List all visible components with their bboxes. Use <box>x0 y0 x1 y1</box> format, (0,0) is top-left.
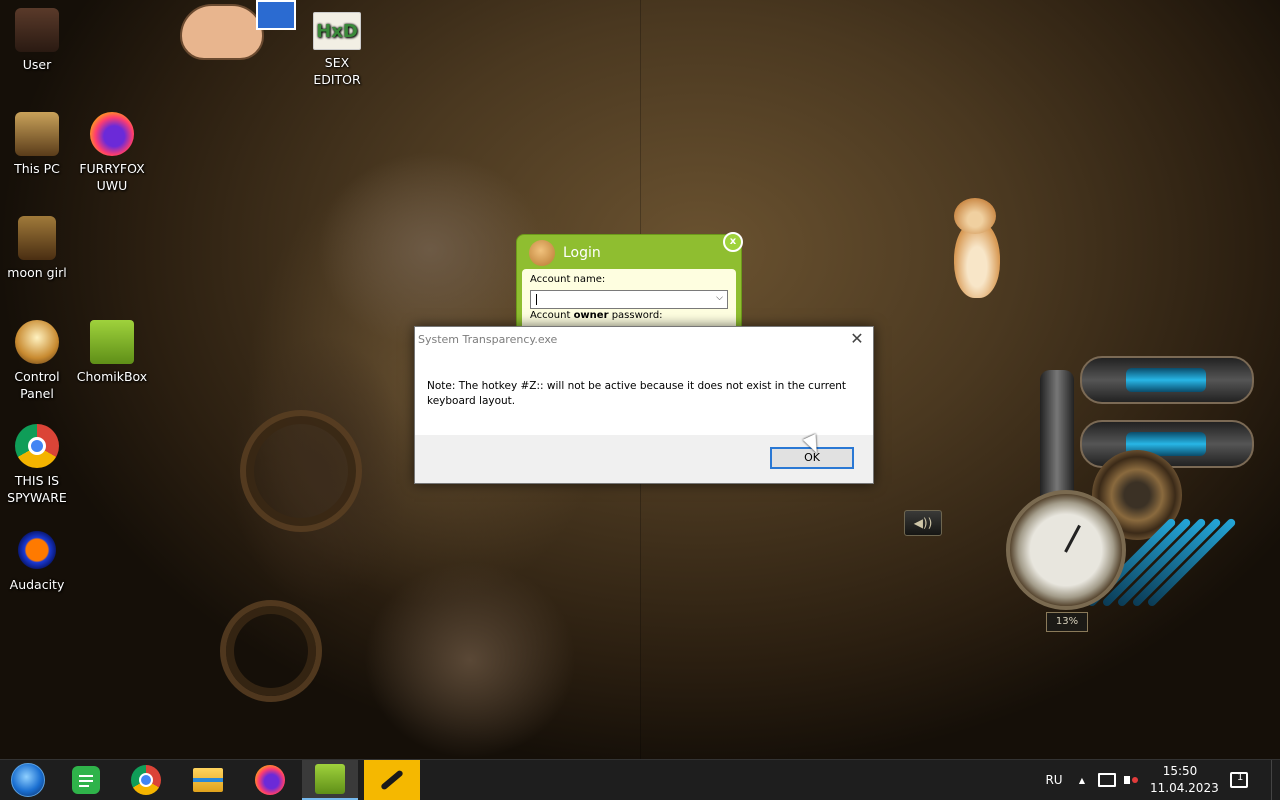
start-orb-icon <box>11 763 45 797</box>
gauge-pipe <box>1080 356 1254 404</box>
wallpaper-gear <box>240 410 362 532</box>
desktop-icon-furryfox[interactable]: FURRYFOX UWU <box>75 112 149 194</box>
clock-time: 15:50 <box>1162 764 1198 778</box>
password-label-pre: Account <box>530 310 574 321</box>
desktop-icon-sex-editor[interactable]: HxD SEX EDITOR <box>300 12 374 88</box>
cpu-gauge-widget: 13% <box>1000 350 1260 650</box>
desktop-icon-label: User <box>22 57 52 72</box>
firefox-icon <box>90 112 134 156</box>
taskbar-app-explorer[interactable] <box>180 760 236 800</box>
clock[interactable]: 15:50 11.04.2023 <box>1150 763 1219 797</box>
tray-overflow-chevron-icon[interactable]: ▲ <box>1072 760 1092 800</box>
hamster-logo-icon <box>529 240 555 266</box>
hxd-editor-icon: HxD <box>313 12 361 50</box>
password-label-post: password: <box>608 310 663 321</box>
desktop-icon-label: moon girl <box>7 265 67 280</box>
desktop-icon-label: ChomikBox <box>76 369 148 384</box>
dialog-message: Note: The hotkey #Z:: will not be active… <box>427 380 847 407</box>
gauge-percent: 13% <box>1046 612 1088 632</box>
taskbar-app-firefox[interactable] <box>242 760 298 800</box>
folder-icon <box>18 216 56 260</box>
desktop-icon-label: This PC <box>14 161 60 176</box>
speaker-muted-icon[interactable] <box>1120 760 1142 800</box>
audacity-icon <box>15 528 59 572</box>
close-icon[interactable]: x <box>723 232 743 252</box>
owner-password-label: Account owner password: <box>530 310 663 321</box>
taskbar-app-chrome[interactable] <box>118 760 174 800</box>
account-name-label: Account name: <box>530 274 606 285</box>
speaker-widget-icon[interactable]: ◀)) <box>904 510 942 536</box>
chevron-down-icon[interactable]: ⌵ <box>716 293 723 303</box>
computer-icon <box>15 112 59 156</box>
desktop-icon-control-panel[interactable]: Control Panel <box>0 320 74 402</box>
gauge-needle <box>1064 524 1081 553</box>
taskbar-app-chomikbox[interactable] <box>302 760 358 800</box>
firefox-icon <box>255 765 285 795</box>
gauge-dial: 13% <box>1006 490 1126 632</box>
spotify-like-icon <box>72 766 100 794</box>
desktop-icon-label: FURRYFOX UWU <box>79 161 145 193</box>
clock-date: 11.04.2023 <box>1150 781 1219 795</box>
taskbar: RU ▲ 15:50 11.04.2023 1 <box>0 759 1280 800</box>
close-icon[interactable]: ✕ <box>847 329 867 348</box>
gauge-tube-fill <box>1126 368 1206 392</box>
chrome-icon <box>131 765 161 795</box>
desktop-icon-label: Audacity <box>9 577 65 592</box>
chomikbox-icon <box>90 320 134 364</box>
network-icon[interactable] <box>1096 760 1118 800</box>
language-indicator[interactable]: RU <box>1040 760 1068 800</box>
login-title: Login <box>563 245 601 261</box>
desktop-icon-moon-girl[interactable]: moon girl <box>0 216 74 281</box>
desktop-icon-label: THIS IS SPYWARE <box>7 473 67 505</box>
dialog-title: System Transparency.exe <box>418 333 558 346</box>
desktop-icon-audacity[interactable]: Audacity <box>0 528 74 593</box>
desktop-icon-user[interactable]: User <box>0 8 74 73</box>
message-dialog: System Transparency.exe ✕ Note: The hotk… <box>414 326 874 484</box>
notification-count: 1 <box>1237 772 1244 783</box>
account-name-combobox[interactable]: ⌵ <box>530 290 728 309</box>
cartoon-head-decoration <box>176 0 296 60</box>
taskbar-app-green[interactable] <box>58 760 114 800</box>
show-desktop-button[interactable] <box>1271 760 1280 800</box>
control-panel-icon <box>15 320 59 364</box>
start-button[interactable] <box>0 760 56 800</box>
desktop-icon-label: Control Panel <box>14 369 60 401</box>
gauge-rods <box>1086 517 1250 630</box>
dialog-titlebar: System Transparency.exe ✕ <box>415 327 873 353</box>
desktop-icon-chomikbox[interactable]: ChomikBox <box>75 320 149 385</box>
chomikbox-icon <box>315 764 345 794</box>
chrome-icon <box>15 424 59 468</box>
taskbar-app-tool[interactable] <box>364 760 420 800</box>
desktop-icon-this-is-spyware[interactable]: THIS IS SPYWARE <box>0 424 74 506</box>
wallpaper-gear <box>220 600 322 702</box>
hamster-head <box>954 198 996 234</box>
hamster-desktop-pet[interactable] <box>946 198 1006 302</box>
gauge-vertical-pipe <box>1040 370 1074 510</box>
file-explorer-icon <box>193 768 223 792</box>
wrench-tool-icon <box>380 769 404 791</box>
text-caret <box>536 294 537 305</box>
notification-center-icon[interactable]: 1 <box>1222 760 1256 800</box>
desktop-icon-label: SEX EDITOR <box>313 55 361 87</box>
password-label-bold: owner <box>573 310 609 321</box>
login-titlebar: Login x <box>517 232 743 269</box>
user-folder-icon <box>15 8 59 52</box>
desktop-icon-this-pc[interactable]: This PC <box>0 112 74 177</box>
